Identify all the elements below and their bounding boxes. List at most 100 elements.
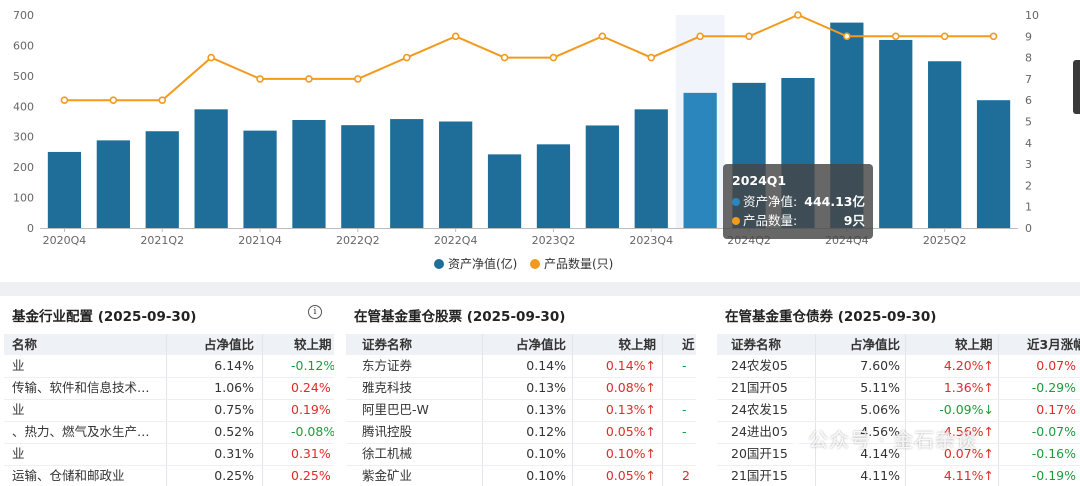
bar-2022Q3[interactable] xyxy=(390,119,424,228)
bar-2021Q3[interactable] xyxy=(194,109,228,228)
line-point-2025Q2[interactable] xyxy=(940,32,949,41)
table-row[interactable]: 21国开15 4.11% 4.11%↑ -0.19% xyxy=(717,465,1080,486)
bar-2022Q1[interactable] xyxy=(292,119,326,228)
security-name-cell[interactable]: 阿里巴巴-W xyxy=(362,399,480,421)
bar-2022Q2[interactable] xyxy=(341,125,375,228)
col-header-pct[interactable]: 占净值比 xyxy=(516,334,566,355)
change-cell: 1.36%↑ xyxy=(943,380,994,395)
table-row[interactable]: 传输、软件和信息技术… 1.06% 0.24% xyxy=(4,377,334,400)
bar-2020Q4[interactable] xyxy=(47,151,82,228)
table-row[interactable]: 、热力、燃气及水生产… 0.52% -0.08% xyxy=(4,421,334,444)
industry-name-cell[interactable]: 运输、仓储和邮政业 xyxy=(12,465,162,486)
line-point-2024Q3[interactable] xyxy=(794,11,802,19)
security-name-cell[interactable]: 21国开15 xyxy=(731,465,813,486)
line-point-2025Q1[interactable] xyxy=(891,32,900,41)
security-name-cell[interactable]: 东方证券 xyxy=(362,355,480,377)
bar-2023Q2[interactable] xyxy=(536,144,571,228)
industry-name-cell[interactable]: 业 xyxy=(12,443,162,465)
security-name-cell[interactable]: 紫金矿业 xyxy=(362,465,480,486)
line-point-2024Q2[interactable] xyxy=(745,32,753,41)
side-scroll-handle[interactable] xyxy=(1073,60,1080,114)
bar-2021Q4[interactable] xyxy=(243,130,277,228)
legend-aum-label: 资产净值(亿) xyxy=(448,256,517,271)
table-row[interactable]: 21国开05 5.11% 1.36%↑ -0.29% xyxy=(717,377,1080,400)
col-header-pct[interactable]: 占净值比 xyxy=(204,334,254,355)
table-row[interactable]: 阿里巴巴-W 0.13% 0.13%↑ - xyxy=(346,399,696,422)
bar-2025Q3[interactable] xyxy=(976,100,1011,228)
line-point-2020Q4[interactable] xyxy=(60,96,69,104)
bar-2025Q2[interactable] xyxy=(928,61,962,228)
info-icon[interactable]: i xyxy=(308,305,322,319)
y-left-tick-label: 100 xyxy=(13,192,34,205)
line-point-2021Q3[interactable] xyxy=(207,53,215,62)
security-name-cell[interactable]: 腾讯控股 xyxy=(362,421,480,443)
col-header-recent[interactable]: 近3月涨幅 xyxy=(1027,334,1080,355)
col-header-change[interactable]: 较上期 xyxy=(294,334,334,355)
line-point-2023Q2[interactable] xyxy=(549,53,558,62)
table-row[interactable]: 24农发15 5.06% -0.09%↓ 0.17% xyxy=(717,399,1080,422)
security-name-cell[interactable]: 24农发15 xyxy=(731,399,813,421)
change-cell: 4.20%↑ xyxy=(943,358,994,373)
col-header-pct[interactable]: 占净值比 xyxy=(850,334,900,355)
col-header-recent[interactable]: 近 xyxy=(682,334,696,355)
col-header-name[interactable]: 名称 xyxy=(12,334,37,355)
industry-table-header: 名称 占净值比 较上期 xyxy=(4,334,334,355)
bar-2021Q2[interactable] xyxy=(145,131,179,228)
line-point-2023Q4[interactable] xyxy=(647,53,656,62)
table-row[interactable]: 东方证券 0.14% 0.14%↑ - xyxy=(346,355,696,378)
recent-change-cell xyxy=(682,377,696,399)
bar-2024Q1[interactable] xyxy=(683,92,717,229)
table-row[interactable]: 雅克科技 0.13% 0.08%↑ xyxy=(346,377,696,400)
recent-change-cell xyxy=(682,443,696,465)
table-row[interactable]: 业 0.31% 0.31% xyxy=(4,443,334,466)
line-point-2025Q3[interactable] xyxy=(989,32,998,41)
table-row[interactable]: 24农发05 7.60% 4.20%↑ 0.07% xyxy=(717,355,1080,378)
col-header-change[interactable]: 较上期 xyxy=(618,334,656,355)
industry-name-cell[interactable]: 业 xyxy=(12,355,162,377)
line-point-2021Q1[interactable] xyxy=(109,96,118,104)
line-point-2022Q2[interactable] xyxy=(354,75,362,83)
y-right-tick-label: 3 xyxy=(1025,158,1032,171)
y-left-tick-label: 700 xyxy=(13,9,34,22)
security-name-cell[interactable]: 21国开05 xyxy=(731,377,813,399)
security-name-cell[interactable]: 雅克科技 xyxy=(362,377,480,399)
bar-2023Q3[interactable] xyxy=(585,125,619,228)
aum-product-chart[interactable]: 0 100 200 300 400 500 600 700 0 1 2 3 4 5 6 7 8 9 10 2020Q4… xyxy=(0,0,1080,282)
line-point-2024Q1[interactable] xyxy=(696,32,704,41)
line-point-2024Q4[interactable] xyxy=(843,32,851,41)
table-row[interactable]: 紫金矿业 0.10% 0.05%↑ 2 xyxy=(346,465,696,486)
industry-panel-title: 基金行业配置 (2025-09-30) xyxy=(12,309,197,325)
table-row[interactable]: 徐工机械 0.10% 0.10%↑ xyxy=(346,443,696,466)
bar-2021Q1[interactable] xyxy=(96,140,130,228)
col-header-name[interactable]: 证券名称 xyxy=(731,334,781,355)
line-point-2021Q2[interactable] xyxy=(158,96,167,104)
line-point-2022Q1[interactable] xyxy=(305,75,313,83)
table-row[interactable]: 运输、仓储和邮政业 0.25% 0.25% xyxy=(4,465,334,486)
line-point-2023Q3[interactable] xyxy=(598,32,607,41)
col-header-change[interactable]: 较上期 xyxy=(955,334,993,355)
industry-name-cell[interactable]: 传输、软件和信息技术… xyxy=(12,377,162,399)
y-right-tick-label: 9 xyxy=(1025,30,1032,43)
pct-cell: 0.10% xyxy=(526,446,566,461)
table-row[interactable]: 业 0.75% 0.19% xyxy=(4,399,334,422)
table-row[interactable]: 业 6.14% -0.12% xyxy=(4,355,334,378)
line-point-2021Q4[interactable] xyxy=(256,75,264,83)
change-cell: 0.14%↑ xyxy=(605,358,656,373)
security-name-cell[interactable]: 24农发05 xyxy=(731,355,813,377)
security-name-cell[interactable]: 徐工机械 xyxy=(362,443,480,465)
line-point-2023Q1[interactable] xyxy=(500,53,509,62)
bar-2023Q1[interactable] xyxy=(487,154,522,228)
industry-name-cell[interactable]: 业 xyxy=(12,399,162,421)
tooltip-count-value: 9只 xyxy=(843,213,865,228)
table-row[interactable]: 腾讯控股 0.12% 0.05%↑ - xyxy=(346,421,696,444)
change-cell: -0.09%↓ xyxy=(939,402,994,417)
col-header-name[interactable]: 证券名称 xyxy=(362,334,412,355)
bar-2022Q4[interactable] xyxy=(439,121,473,229)
industry-name-cell[interactable]: 、热力、燃气及水生产… xyxy=(12,421,162,443)
bar-2023Q4[interactable] xyxy=(634,109,668,228)
line-point-2022Q4[interactable] xyxy=(451,32,460,41)
security-name-cell[interactable]: 20国开15 xyxy=(731,443,813,465)
line-point-2022Q3[interactable] xyxy=(402,53,411,62)
pct-cell: 0.75% xyxy=(214,402,254,417)
bar-2025Q1[interactable] xyxy=(879,39,913,228)
